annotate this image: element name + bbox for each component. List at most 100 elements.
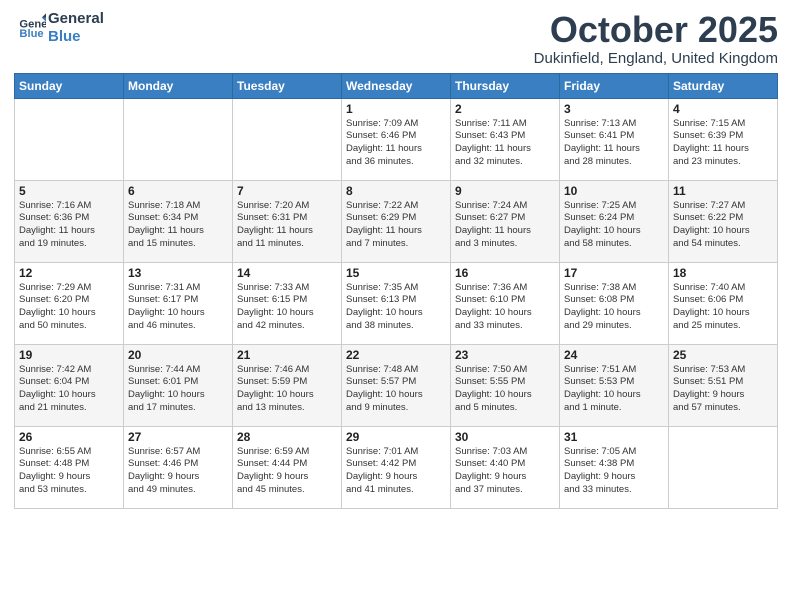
day-number: 8	[346, 184, 446, 198]
day-cell: 6 Sunrise: 7:18 AM Sunset: 6:34 PM Daylig…	[124, 180, 233, 262]
day-cell	[124, 98, 233, 180]
day-info: Sunrise: 7:51 AM Sunset: 5:53 PM Dayligh…	[564, 364, 664, 415]
day-cell: 31Sunrise: 7:05 AM Sunset: 4:38 PM Dayli…	[560, 426, 669, 508]
week-row-5: 26Sunrise: 6:55 AM Sunset: 4:48 PM Dayli…	[15, 426, 778, 508]
weekday-header-row: SundayMondayTuesdayWednesdayThursdayFrid…	[15, 73, 778, 98]
logo-text-blue: Blue	[48, 28, 81, 45]
week-row-4: 19Sunrise: 7:42 AM Sunset: 6:04 PM Dayli…	[15, 344, 778, 426]
day-number: 30	[455, 430, 555, 444]
day-info: Sunrise: 6:59 AM Sunset: 4:44 PM Dayligh…	[237, 446, 337, 497]
day-cell: 1Sunrise: 7:09 AM Sunset: 6:46 PM Daylig…	[342, 98, 451, 180]
day-number: 23	[455, 348, 555, 362]
day-info: Sunrise: 6:55 AM Sunset: 4:48 PM Dayligh…	[19, 446, 119, 497]
day-info: Sunrise: 7:15 AM Sunset: 6:39 PM Dayligh…	[673, 118, 773, 169]
day-cell: 11Sunrise: 7:27 AM Sunset: 6:22 PM Dayli…	[669, 180, 778, 262]
day-number: 3	[564, 102, 664, 116]
day-info: Sunrise: 7:35 AM Sunset: 6:13 PM Dayligh…	[346, 282, 446, 333]
day-number: 13	[128, 266, 228, 280]
day-info: Sunrise: 7:48 AM Sunset: 5:57 PM Dayligh…	[346, 364, 446, 415]
day-cell: 12 Sunrise: 7:29 AM Sunset: 6:20 PM Dayli…	[15, 262, 124, 344]
day-info: Sunrise: 7:24 AM Sunset: 6:27 PM Dayligh…	[455, 200, 555, 251]
day-cell: 8 Sunrise: 7:22 AM Sunset: 6:29 PM Daylig…	[342, 180, 451, 262]
day-number: 20	[128, 348, 228, 362]
day-info: Sunrise: 7:44 AM Sunset: 6:01 PM Dayligh…	[128, 364, 228, 415]
day-info: Sunrise: 7:42 AM Sunset: 6:04 PM Dayligh…	[19, 364, 119, 415]
day-info: Sunrise: 7:01 AM Sunset: 4:42 PM Dayligh…	[346, 446, 446, 497]
page-header: General Blue General Blue October 2025 D…	[14, 10, 778, 67]
day-info: Sunrise: 7:18 AM Sunset: 6:34 PM Dayligh…	[128, 200, 228, 251]
day-number: 28	[237, 430, 337, 444]
week-row-3: 12 Sunrise: 7:29 AM Sunset: 6:20 PM Dayli…	[15, 262, 778, 344]
day-info: Sunrise: 7:53 AM Sunset: 5:51 PM Dayligh…	[673, 364, 773, 415]
day-number: 18	[673, 266, 773, 280]
day-info: Sunrise: 7:29 AM Sunset: 6:20 PM Dayligh…	[19, 282, 119, 333]
day-number: 15	[346, 266, 446, 280]
day-cell: 17 Sunrise: 7:38 AM Sunset: 6:08 PM Dayli…	[560, 262, 669, 344]
location: Dukinfield, England, United Kingdom	[534, 50, 778, 67]
day-cell: 27 Sunrise: 6:57 AM Sunset: 4:46 PM Dayli…	[124, 426, 233, 508]
day-cell: 18 Sunrise: 7:40 AM Sunset: 6:06 PM Dayli…	[669, 262, 778, 344]
weekday-monday: Monday	[124, 73, 233, 98]
day-cell: 10Sunrise: 7:25 AM Sunset: 6:24 PM Dayli…	[560, 180, 669, 262]
weekday-thursday: Thursday	[451, 73, 560, 98]
day-cell	[669, 426, 778, 508]
day-number: 14	[237, 266, 337, 280]
day-number: 17	[564, 266, 664, 280]
day-cell: 21Sunrise: 7:46 AM Sunset: 5:59 PM Dayli…	[233, 344, 342, 426]
day-cell: 9 Sunrise: 7:24 AM Sunset: 6:27 PM Daylig…	[451, 180, 560, 262]
day-cell	[233, 98, 342, 180]
day-info: Sunrise: 7:20 AM Sunset: 6:31 PM Dayligh…	[237, 200, 337, 251]
calendar-table: SundayMondayTuesdayWednesdayThursdayFrid…	[14, 73, 778, 509]
day-info: Sunrise: 7:13 AM Sunset: 6:41 PM Dayligh…	[564, 118, 664, 169]
day-number: 5	[19, 184, 119, 198]
day-number: 27	[128, 430, 228, 444]
day-number: 9	[455, 184, 555, 198]
day-cell: 16 Sunrise: 7:36 AM Sunset: 6:10 PM Dayli…	[451, 262, 560, 344]
month-title: October 2025	[534, 10, 778, 50]
day-cell: 20 Sunrise: 7:44 AM Sunset: 6:01 PM Dayli…	[124, 344, 233, 426]
day-number: 22	[346, 348, 446, 362]
week-row-1: 1Sunrise: 7:09 AM Sunset: 6:46 PM Daylig…	[15, 98, 778, 180]
day-cell: 4 Sunrise: 7:15 AM Sunset: 6:39 PM Daylig…	[669, 98, 778, 180]
day-cell: 3 Sunrise: 7:13 AM Sunset: 6:41 PM Daylig…	[560, 98, 669, 180]
day-cell: 7Sunrise: 7:20 AM Sunset: 6:31 PM Daylig…	[233, 180, 342, 262]
day-cell: 13Sunrise: 7:31 AM Sunset: 6:17 PM Dayli…	[124, 262, 233, 344]
day-info: Sunrise: 7:50 AM Sunset: 5:55 PM Dayligh…	[455, 364, 555, 415]
day-cell	[15, 98, 124, 180]
day-cell: 28 Sunrise: 6:59 AM Sunset: 4:44 PM Dayli…	[233, 426, 342, 508]
day-info: Sunrise: 7:09 AM Sunset: 6:46 PM Dayligh…	[346, 118, 446, 169]
day-number: 29	[346, 430, 446, 444]
day-cell: 23 Sunrise: 7:50 AM Sunset: 5:55 PM Dayli…	[451, 344, 560, 426]
day-cell: 19Sunrise: 7:42 AM Sunset: 6:04 PM Dayli…	[15, 344, 124, 426]
day-number: 12	[19, 266, 119, 280]
weekday-saturday: Saturday	[669, 73, 778, 98]
day-info: Sunrise: 7:03 AM Sunset: 4:40 PM Dayligh…	[455, 446, 555, 497]
day-cell: 14 Sunrise: 7:33 AM Sunset: 6:15 PM Dayli…	[233, 262, 342, 344]
calendar-body: 1Sunrise: 7:09 AM Sunset: 6:46 PM Daylig…	[15, 98, 778, 508]
logo-text-general: General	[48, 10, 104, 27]
day-info: Sunrise: 7:40 AM Sunset: 6:06 PM Dayligh…	[673, 282, 773, 333]
day-info: Sunrise: 7:36 AM Sunset: 6:10 PM Dayligh…	[455, 282, 555, 333]
day-number: 24	[564, 348, 664, 362]
title-block: October 2025 Dukinfield, England, United…	[534, 10, 778, 67]
day-number: 6	[128, 184, 228, 198]
day-info: Sunrise: 7:33 AM Sunset: 6:15 PM Dayligh…	[237, 282, 337, 333]
calendar-page: General Blue General Blue October 2025 D…	[0, 0, 792, 612]
logo: General Blue General Blue	[14, 10, 104, 46]
day-cell: 2Sunrise: 7:11 AM Sunset: 6:43 PM Daylig…	[451, 98, 560, 180]
day-cell: 22 Sunrise: 7:48 AM Sunset: 5:57 PM Dayli…	[342, 344, 451, 426]
day-info: Sunrise: 7:22 AM Sunset: 6:29 PM Dayligh…	[346, 200, 446, 251]
day-info: Sunrise: 6:57 AM Sunset: 4:46 PM Dayligh…	[128, 446, 228, 497]
day-cell: 25Sunrise: 7:53 AM Sunset: 5:51 PM Dayli…	[669, 344, 778, 426]
day-number: 16	[455, 266, 555, 280]
day-info: Sunrise: 7:11 AM Sunset: 6:43 PM Dayligh…	[455, 118, 555, 169]
day-info: Sunrise: 7:27 AM Sunset: 6:22 PM Dayligh…	[673, 200, 773, 251]
day-number: 4	[673, 102, 773, 116]
day-number: 31	[564, 430, 664, 444]
day-cell: 26Sunrise: 6:55 AM Sunset: 4:48 PM Dayli…	[15, 426, 124, 508]
day-info: Sunrise: 7:38 AM Sunset: 6:08 PM Dayligh…	[564, 282, 664, 333]
day-info: Sunrise: 7:25 AM Sunset: 6:24 PM Dayligh…	[564, 200, 664, 251]
day-number: 21	[237, 348, 337, 362]
weekday-sunday: Sunday	[15, 73, 124, 98]
logo-icon: General Blue	[18, 12, 46, 40]
